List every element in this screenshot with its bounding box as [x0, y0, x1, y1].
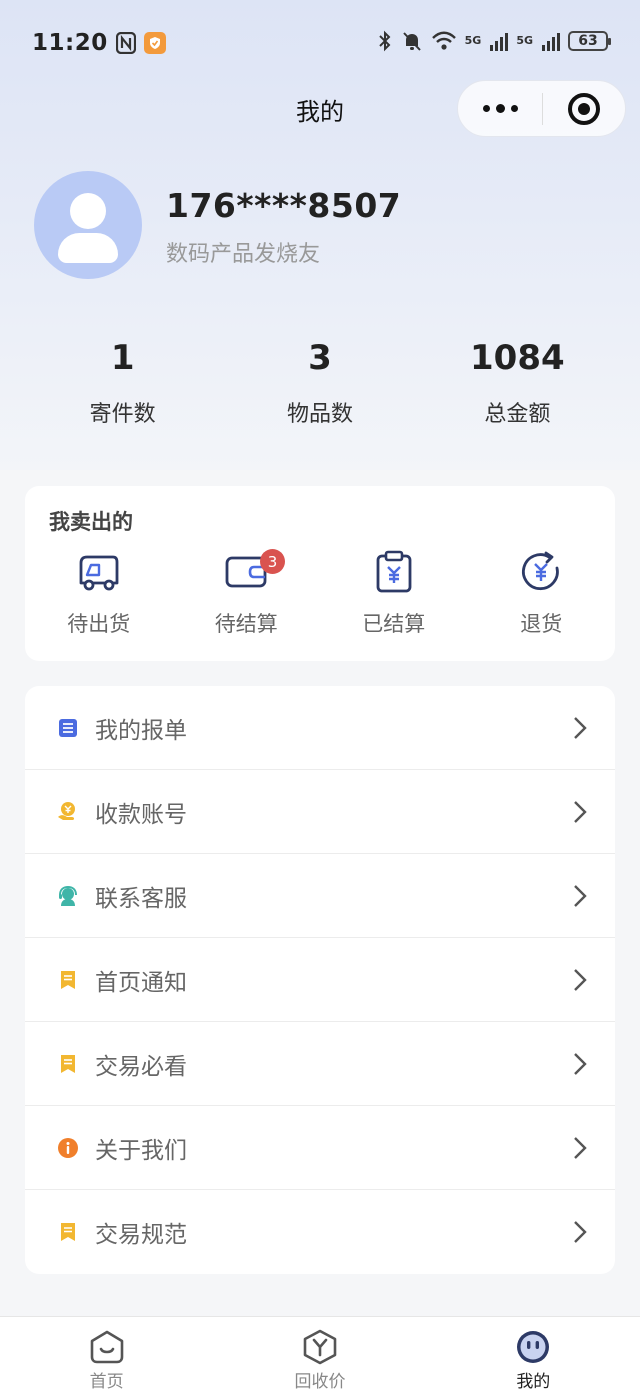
menu-item-label: 关于我们: [95, 1137, 187, 1164]
chevron-right-icon: [574, 801, 587, 823]
mute-bell-icon: [402, 32, 421, 51]
bluetooth-icon: [378, 30, 391, 52]
sell-item-settled[interactable]: 已结算: [320, 548, 468, 638]
menu-item-label: 交易规范: [95, 1222, 187, 1248]
tab-mine[interactable]: 我的: [427, 1317, 640, 1400]
stat-items[interactable]: 3 物品数: [221, 336, 418, 428]
mine-icon: [517, 1331, 550, 1363]
menu-item-trade-rules[interactable]: 交易规范: [25, 1190, 615, 1274]
menu-item-label: 交易必看: [95, 1053, 187, 1080]
coin-hand-icon: [57, 801, 79, 823]
menu-list: 我的报单 收款账号 联系客服 首页通知 交易必看 关于我们 交易规范: [25, 686, 615, 1274]
stat-total-amount[interactable]: 1084 总金额: [419, 336, 616, 428]
clipboard-yuan-icon: [370, 548, 418, 596]
menu-item-customer-service[interactable]: 联系客服: [25, 854, 615, 938]
chevron-right-icon: [574, 1053, 587, 1075]
chevron-right-icon: [574, 969, 587, 991]
chevron-right-icon: [574, 1221, 587, 1243]
tab-label: 回收价: [294, 1372, 346, 1392]
notice-icon: [57, 1053, 79, 1075]
menu-item-label: 收款账号: [95, 801, 187, 828]
truck-icon: [75, 548, 123, 596]
more-dots-icon: [482, 105, 490, 112]
sell-item-label: 退货: [520, 612, 563, 636]
notice-icon: [57, 969, 79, 991]
home-icon: [90, 1330, 123, 1364]
menu-item-trade-must-read[interactable]: 交易必看: [25, 1022, 615, 1106]
bottom-tab-bar: 首页 回收价 我的: [0, 1316, 640, 1400]
pending-settlement-badge: 3: [260, 549, 285, 574]
menu-item-label: 联系客服: [95, 885, 187, 912]
stats-row: 1 寄件数 3 物品数 1084 总金额: [24, 336, 616, 428]
chevron-right-icon: [574, 717, 587, 739]
stat-label: 总金额: [484, 402, 551, 427]
app-notification-icon: [143, 32, 166, 54]
chevron-right-icon: [574, 885, 587, 907]
close-miniprogram-button[interactable]: [543, 81, 625, 136]
menu-item-payment-account[interactable]: 收款账号: [25, 770, 615, 854]
nfc-icon: [115, 32, 136, 54]
miniprogram-capsule: [457, 80, 626, 137]
more-button[interactable]: [458, 81, 542, 136]
tab-label: 我的: [516, 1372, 551, 1392]
battery-indicator: 63: [568, 31, 611, 51]
tab-recycle-price[interactable]: 回收价: [213, 1317, 426, 1400]
network-type-2: 5G: [516, 34, 533, 47]
chevron-right-icon: [574, 1137, 587, 1159]
signal-icon-2: [542, 31, 560, 51]
info-icon: [57, 1137, 79, 1159]
menu-item-home-notice[interactable]: 首页通知: [25, 938, 615, 1022]
menu-item-about-us[interactable]: 关于我们: [25, 1106, 615, 1190]
section-title: 我卖出的: [49, 510, 133, 534]
user-phone: 176****8507: [166, 186, 402, 225]
menu-item-my-orders[interactable]: 我的报单: [25, 686, 615, 770]
tab-label: 首页: [89, 1372, 124, 1392]
target-icon: [568, 92, 600, 125]
price-icon: [303, 1329, 337, 1365]
user-nickname: 数码产品发烧友: [166, 242, 321, 267]
stat-label: 寄件数: [89, 402, 156, 427]
tab-home[interactable]: 首页: [0, 1317, 213, 1400]
sell-item-label: 待结算: [214, 612, 278, 636]
stat-value: 1: [110, 338, 135, 378]
list-icon: [57, 717, 79, 739]
wifi-icon: [431, 31, 456, 50]
signal-icon: [490, 31, 509, 51]
avatar-person-icon: [70, 193, 106, 229]
sell-item-pending-shipment[interactable]: 待出货: [25, 548, 173, 638]
menu-item-label: 我的报单: [95, 717, 187, 744]
stat-label: 物品数: [286, 402, 353, 427]
sell-item-label: 已结算: [362, 612, 426, 636]
status-bar: 11:20 5G 5G 63: [0, 0, 640, 86]
stat-value: 1084: [470, 338, 565, 378]
notice-icon: [57, 1221, 79, 1243]
avatar[interactable]: [34, 171, 142, 279]
sell-item-pending-settlement[interactable]: 待结算: [173, 548, 321, 638]
menu-item-label: 首页通知: [95, 969, 187, 996]
network-type: 5G: [464, 34, 482, 47]
refund-icon: [517, 548, 565, 596]
stat-value: 3: [308, 338, 332, 378]
sell-item-refund[interactable]: 退货: [468, 548, 616, 638]
sell-item-label: 待出货: [67, 612, 131, 636]
sold-section: 我卖出的 待出货 待结算 已结算 退货: [25, 486, 615, 661]
stat-shipments[interactable]: 1 寄件数: [24, 336, 221, 428]
status-time: 11:20: [32, 30, 108, 56]
customer-service-icon: [57, 885, 79, 907]
